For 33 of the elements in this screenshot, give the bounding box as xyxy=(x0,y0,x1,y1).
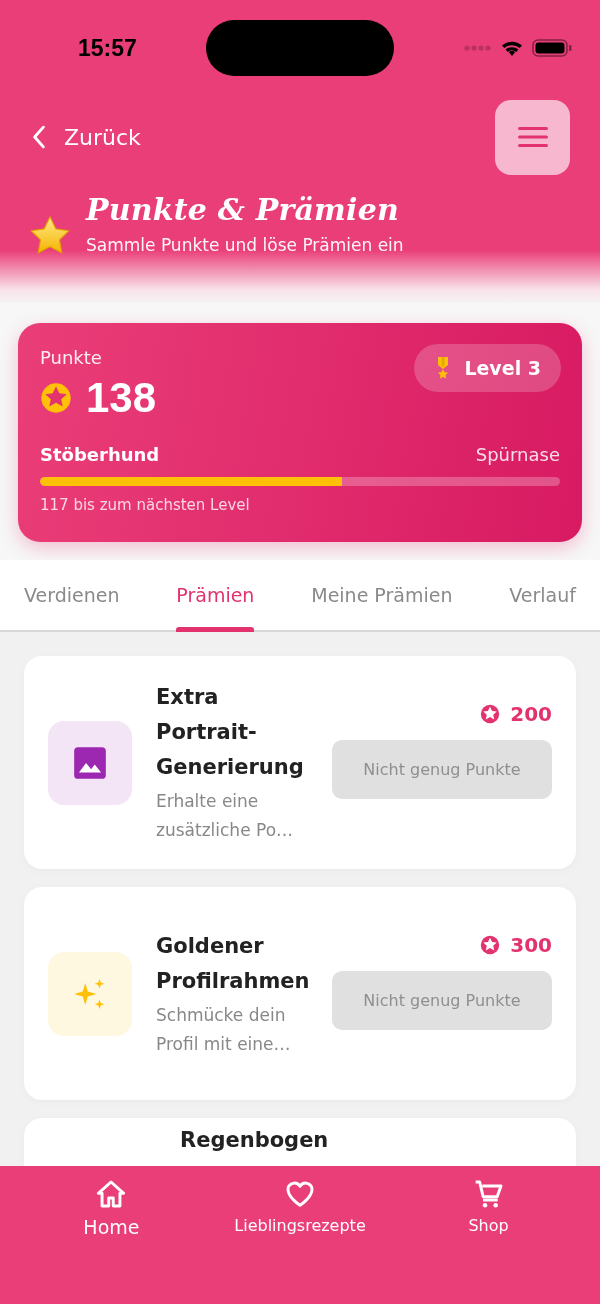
reward-title: Extra Portrait-Generierung xyxy=(156,684,305,781)
menu-button[interactable] xyxy=(495,99,570,175)
nav-item[interactable]: Lieblingsrezepte xyxy=(234,1178,366,1235)
reward-title: Goldener Profilrahmen xyxy=(156,932,311,995)
reward-title: Regenbogen xyxy=(180,1127,330,1154)
progress-text: 117 bis zum nächsten Level xyxy=(40,496,251,514)
menu-icon xyxy=(517,126,548,148)
reward-description: Schmücke dein Profil mit eine… xyxy=(156,1003,292,1056)
page-subtitle: Sammle Punkte und löse Prämien ein xyxy=(86,234,404,255)
signal-icon xyxy=(462,44,492,52)
battery-icon xyxy=(532,39,572,57)
tab[interactable]: Prämien xyxy=(176,560,255,630)
status-time: 15:57 xyxy=(78,34,137,62)
coin-icon xyxy=(40,382,72,414)
home-icon xyxy=(95,1178,128,1210)
tab[interactable]: Verdienen xyxy=(24,560,120,630)
level-badge: Level 3 xyxy=(414,344,561,392)
points-value: 138 xyxy=(86,374,157,422)
current-rank: Stöberhund xyxy=(40,444,160,465)
reward-cost: 300 xyxy=(510,933,552,957)
points-label: Punkte xyxy=(40,347,103,368)
nav-item[interactable]: Shop xyxy=(428,1178,549,1235)
tab[interactable]: Verlauf xyxy=(509,560,576,630)
chevron-left-icon xyxy=(32,125,46,149)
reward-cost: 200 xyxy=(510,702,552,726)
page-title: Punkte & Prämien xyxy=(86,191,400,227)
next-rank: Spürnase xyxy=(475,444,560,465)
back-button[interactable]: Zurück xyxy=(28,120,141,154)
wifi-icon xyxy=(500,39,524,57)
nav-item[interactable]: Home xyxy=(51,1178,172,1238)
reward-description: Erhalte eine zusätzliche Po… xyxy=(156,790,295,842)
medal-icon xyxy=(436,356,451,380)
tab[interactable]: Meine Prämien xyxy=(311,560,453,630)
